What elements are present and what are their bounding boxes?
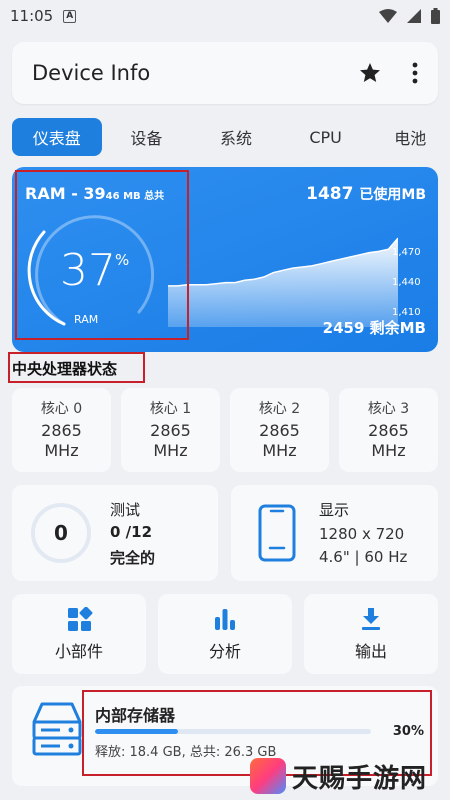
wifi-icon [379,9,397,23]
export-button[interactable]: 输出 [304,594,438,674]
test-label: 测试 [110,501,141,519]
display-label: 显示 [319,501,350,519]
core-label: 核心 1 [149,401,192,417]
notification-a-icon: A [63,9,77,23]
signal-icon [407,9,421,23]
status-bar: 11:05 A [0,0,450,32]
storage-drive-icon [32,702,82,756]
app-bar-actions [358,61,418,85]
core-label: 核心 3 [367,401,410,417]
core-card[interactable]: 核心 0 2865 MHz [12,388,111,472]
ram-free: 2459 剩余MB [322,319,426,337]
ram-used-unit: 已使用MB [359,187,426,203]
core-unit: MHz [262,441,297,460]
core-label: 核心 2 [258,401,301,417]
watermark-logo-icon [250,758,286,794]
export-label: 输出 [354,642,387,661]
core-frequency: 2865 [368,421,409,440]
core-label: 核心 0 [40,401,83,417]
analysis-button[interactable]: 分析 [158,594,292,674]
ram-used: 1487 已使用MB [306,184,426,204]
test-progress-circle: 0 [31,503,91,563]
core-unit: MHz [44,441,79,460]
bar-chart-icon [215,609,235,630]
annotation-box-cpu-title [8,352,145,383]
core-card[interactable]: 核心 3 2865 MHz [339,388,438,472]
test-status: 完全的 [110,549,156,567]
annotation-box-ram [15,170,189,340]
battery-icon [431,8,440,24]
ram-usage-chart [168,237,398,327]
series-area [168,238,398,327]
core-card[interactable]: 核心 1 2865 MHz [121,388,220,472]
phone-icon [258,504,296,562]
star-icon[interactable] [358,61,382,85]
test-count: 0 /12 [110,523,153,541]
app-title: Device Info [32,61,151,85]
download-icon [362,608,380,630]
tab-dashboard[interactable]: 仪表盘 [12,118,102,156]
status-right-icons [379,8,440,24]
display-card[interactable]: 显示 1280 x 720 4.6" | 60 Hz [231,485,438,581]
site-watermark: 天赐手游网 [250,752,450,800]
test-card[interactable]: 0 测试 0 /12 完全的 [12,485,218,581]
tab-battery[interactable]: 电池 [370,118,450,156]
core-card[interactable]: 核心 2 2865 MHz [230,388,329,472]
core-frequency: 2865 [41,421,82,440]
ram-used-value: 1487 [306,184,354,204]
app-bar: Device Info [12,42,438,104]
widgets-icon [68,607,93,631]
core-frequency: 2865 [259,421,300,440]
tab-device[interactable]: 设备 [102,118,192,156]
more-vert-icon[interactable] [412,62,418,84]
display-size: 4.6" | 60 Hz [319,548,408,566]
status-time: 11:05 [10,7,54,25]
widgets-button[interactable]: 小部件 [12,594,146,674]
tick-label: 1,470 [392,247,421,258]
cpu-cores: 核心 0 2865 MHz 核心 1 2865 MHz 核心 2 2865 MH… [12,388,438,472]
core-frequency: 2865 [150,421,191,440]
core-unit: MHz [153,441,188,460]
analysis-label: 分析 [208,642,241,661]
core-unit: MHz [371,441,406,460]
widgets-label: 小部件 [54,642,103,661]
tab-system[interactable]: 系统 [191,118,281,156]
watermark-text: 天赐手游网 [292,763,428,794]
tab-bar: 仪表盘 设备 系统 CPU 电池 [12,117,450,157]
tick-label: 1,440 [392,277,421,288]
display-resolution: 1280 x 720 [319,525,405,543]
tab-cpu[interactable]: CPU [281,118,371,156]
